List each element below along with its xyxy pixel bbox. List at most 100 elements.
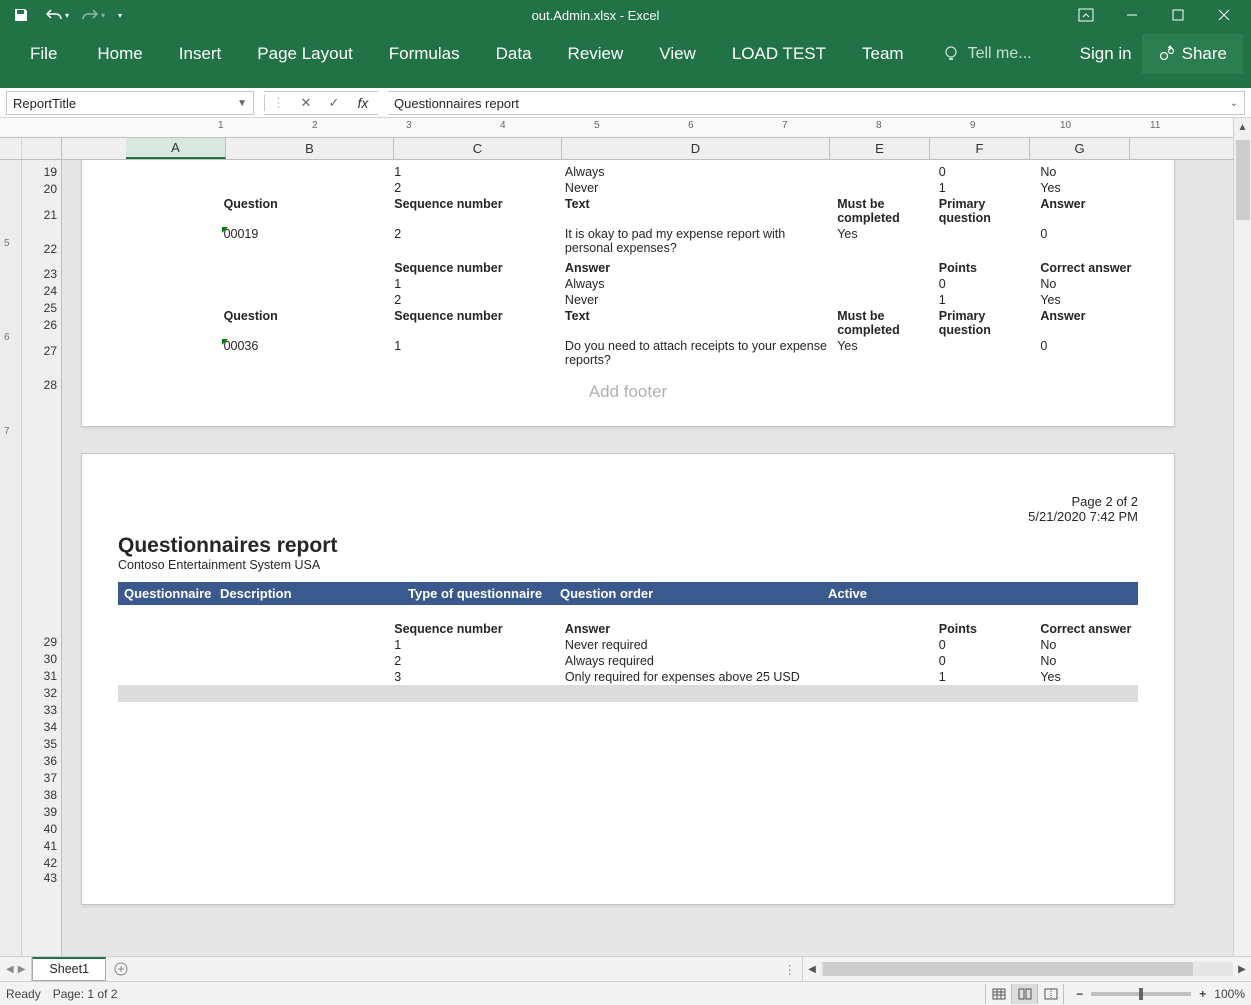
tab-page-layout[interactable]: Page Layout [239,32,370,76]
share-button[interactable]: Share [1142,34,1243,74]
ruler-tick: 5 [594,120,600,131]
row-header[interactable]: 35 [22,736,61,753]
expand-formula-icon[interactable]: ⌄ [1230,98,1238,109]
row-header[interactable]: 41 [22,838,61,855]
cell-header: Text [561,308,833,338]
tab-home[interactable]: Home [79,32,160,76]
table-row[interactable]: 00036 1 Do you need to attach receipts t… [118,338,1138,368]
table-row[interactable]: Question Sequence number Text Must be co… [118,196,1138,226]
table-row[interactable]: 2 Never 1 Yes [118,180,1138,196]
row-header[interactable]: 40 [22,821,61,838]
table-row[interactable]: Question Sequence number Text Must be co… [118,308,1138,338]
name-box[interactable]: ReportTitle ▼ [6,91,254,115]
undo-button[interactable]: ▾ [40,2,74,28]
row-header[interactable]: 43 [22,872,61,884]
row-header[interactable]: 29 [22,634,61,651]
row-header[interactable]: 27 [22,334,61,368]
sheet-nav[interactable]: ◀ ▶ [0,957,32,981]
column-header-d[interactable]: D [562,138,830,159]
ribbon-display-options[interactable] [1063,0,1109,30]
row-header[interactable]: 25 [22,300,61,317]
tab-team[interactable]: Team [844,32,922,76]
row-header[interactable]: 23 [22,266,61,283]
tell-me-search[interactable]: Tell me... [942,45,1032,63]
page-break-view-button[interactable] [1038,984,1064,1004]
prev-sheet-icon[interactable]: ◀ [6,964,14,975]
add-sheet-button[interactable] [106,957,136,981]
table-row[interactable]: 1 Never required 0 No [118,637,1138,653]
row-header[interactable]: 31 [22,668,61,685]
row-header[interactable]: 38 [22,787,61,804]
qat-customize[interactable]: ▾ [112,2,128,28]
tab-view[interactable]: View [641,32,714,76]
formula-input[interactable]: Questionnaires report ⌄ [388,91,1245,115]
row-header[interactable]: 20 [22,181,61,198]
sign-in-button[interactable]: Sign in [1070,36,1142,72]
row-header[interactable]: 28 [22,368,61,402]
normal-view-button[interactable] [986,984,1012,1004]
cell: 1 [390,338,561,368]
scroll-thumb[interactable] [1236,140,1250,220]
tab-load-test[interactable]: LOAD TEST [714,32,844,76]
row-header[interactable]: 19 [22,164,61,181]
column-header-g[interactable]: G [1030,138,1130,159]
column-header-f[interactable]: F [930,138,1030,159]
table-row[interactable]: Sequence number Answer Points Correct an… [118,260,1138,276]
column-header-e[interactable]: E [830,138,930,159]
maximize-button[interactable] [1155,0,1201,30]
tab-review[interactable]: Review [550,32,642,76]
horizontal-scrollbar[interactable]: ◀ ▶ [802,957,1251,981]
zoom-slider[interactable] [1091,992,1191,996]
fx-label[interactable]: fx [348,95,378,111]
scroll-thumb[interactable] [823,962,1193,976]
row-header[interactable]: 36 [22,753,61,770]
formula-menu[interactable]: ⋮ [264,95,292,111]
cell-header: Correct answer [1036,621,1138,637]
row-header[interactable]: 22 [22,232,61,266]
row-header[interactable]: 24 [22,283,61,300]
close-button[interactable] [1201,0,1247,30]
table-row[interactable]: 2 Always required 0 No [118,653,1138,669]
sheet-tab[interactable]: Sheet1 [32,957,106,981]
row-header[interactable]: 33 [22,702,61,719]
scroll-left-icon[interactable]: ◀ [803,964,821,975]
tab-insert[interactable]: Insert [161,32,240,76]
enter-formula-button[interactable]: ✓ [320,95,348,111]
add-footer-placeholder[interactable]: Add footer [82,368,1174,406]
column-header-a[interactable]: A [126,138,226,159]
column-header-b[interactable]: B [226,138,394,159]
tab-formulas[interactable]: Formulas [371,32,478,76]
row-header[interactable]: 34 [22,719,61,736]
table-row[interactable]: Sequence number Answer Points Correct an… [118,621,1138,637]
next-sheet-icon[interactable]: ▶ [18,964,26,975]
scroll-up-icon[interactable]: ▲ [1238,122,1248,138]
row-header[interactable]: 26 [22,317,61,334]
table-row[interactable]: 00019 2 It is okay to pad my expense rep… [118,226,1138,256]
column-header-c[interactable]: C [394,138,562,159]
chevron-down-icon[interactable]: ▼ [237,98,247,109]
scroll-right-icon[interactable]: ▶ [1233,964,1251,975]
file-tab[interactable]: File [8,32,79,76]
zoom-value[interactable]: 100% [1214,987,1245,1001]
table-row[interactable]: 3 Only required for expenses above 25 US… [118,669,1138,685]
row-header[interactable]: 37 [22,770,61,787]
minimize-button[interactable] [1109,0,1155,30]
table-row[interactable]: 2 Never 1 Yes [118,292,1138,308]
table-row[interactable]: 1 Always 0 No [118,164,1138,180]
redo-button[interactable]: ▾ [76,2,110,28]
row-header[interactable]: 21 [22,198,61,232]
row-header[interactable]: 42 [22,855,61,872]
table-row[interactable]: 1 Always 0 No [118,276,1138,292]
page-layout-view-button[interactable] [1012,984,1038,1004]
cancel-formula-button[interactable]: ✕ [292,95,320,111]
zoom-out-button[interactable]: − [1076,987,1083,1001]
row-header[interactable]: 30 [22,651,61,668]
zoom-in-button[interactable]: + [1199,987,1206,1001]
tab-split-handle[interactable]: ⋮ [784,962,797,977]
vertical-scrollbar[interactable]: ▲ [1233,118,1251,956]
tab-data[interactable]: Data [478,32,550,76]
row-header[interactable]: 39 [22,804,61,821]
row-header[interactable]: 32 [22,685,61,702]
sheet-body[interactable]: 5 6 7 19 20 21 22 23 24 25 26 27 28 [0,160,1233,956]
save-button[interactable] [4,2,38,28]
